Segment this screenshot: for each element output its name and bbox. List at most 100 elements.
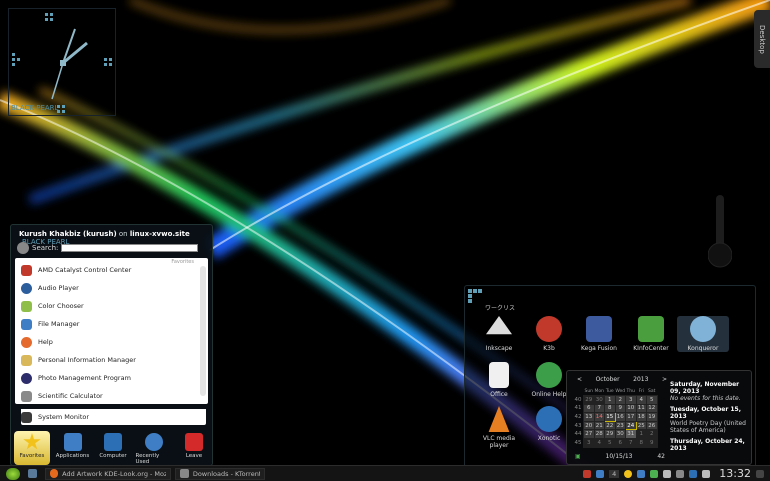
vivaldi-icon[interactable]	[583, 469, 592, 478]
day-cell[interactable]: 6	[583, 403, 595, 414]
tab-recently-used[interactable]: Recently Used	[136, 431, 172, 465]
day-cell[interactable]: 26	[646, 420, 658, 431]
day-cell[interactable]: 29	[604, 429, 616, 440]
menu-item-photo-management[interactable]: Photo Management Program	[21, 370, 131, 386]
day-cell[interactable]: 18	[635, 412, 647, 422]
desktop-icon-inkscape[interactable]: Inkscape	[473, 316, 525, 352]
network-icon[interactable]	[676, 469, 685, 478]
day-cell[interactable]: 8	[604, 403, 616, 414]
day-cell[interactable]: 29	[583, 395, 595, 405]
desktop-icon-konqueror[interactable]: Konqueror	[677, 316, 729, 352]
day-cell[interactable]: 13	[583, 412, 595, 422]
menu-item-audio-player[interactable]: Audio Player	[21, 280, 79, 296]
year-label[interactable]: 2013	[633, 376, 648, 383]
day-cell[interactable]: 1	[604, 395, 616, 405]
day-cell[interactable]: 12	[646, 403, 658, 414]
star-icon	[23, 433, 41, 450]
desktop-icon-label: Konqueror	[687, 345, 719, 352]
day-cell[interactable]: 30	[593, 395, 605, 405]
system-monitor-icon	[21, 411, 32, 423]
menu-item-amd-catalyst[interactable]: AMD Catalyst Control Center	[21, 262, 131, 278]
day-cell[interactable]: 10	[625, 403, 637, 414]
volume-icon[interactable]	[663, 469, 672, 478]
menu-item-color-chooser[interactable]: Color Chooser	[21, 298, 84, 314]
bluetooth-icon[interactable]	[689, 469, 698, 478]
week-input[interactable]: 42	[657, 453, 665, 460]
day-cell[interactable]: 28	[593, 429, 605, 440]
tray-app-icon[interactable]	[596, 469, 605, 478]
day-cell[interactable]: 25	[635, 420, 647, 431]
calendar-week-row: 45 3 4 5 6 7 8 9	[573, 438, 658, 448]
day-cell[interactable]: 23	[614, 420, 626, 431]
day-cell[interactable]: 4	[635, 395, 647, 405]
day-cell[interactable]: 5	[604, 438, 616, 448]
application-launcher-icon[interactable]	[6, 467, 20, 480]
task-firefox[interactable]: Add Artwork KDE-Look.org - Mozilla	[45, 467, 171, 480]
date-input[interactable]: 10/15/13	[606, 453, 633, 460]
menu-item-label: Color Chooser	[38, 302, 84, 310]
digital-clock[interactable]: 13:32	[719, 467, 751, 480]
host-name: linux-xvwo.site	[129, 230, 190, 238]
day-cell[interactable]: 30	[614, 429, 626, 440]
tab-favorites[interactable]: Favorites	[14, 431, 50, 465]
desktop-icon-vlc[interactable]: VLC media player	[473, 406, 525, 449]
weather-icon[interactable]	[624, 469, 633, 478]
day-cell[interactable]: 16	[614, 412, 626, 422]
desktop-icon-kega-fusion[interactable]: Kega Fusion	[573, 316, 625, 352]
day-cell[interactable]: 31	[625, 429, 637, 440]
search-input[interactable]	[61, 244, 199, 252]
favorites-scrollbar[interactable]	[200, 266, 206, 396]
pager-label[interactable]: 4	[609, 469, 620, 478]
day-cell[interactable]: 5	[646, 395, 658, 405]
menu-item-system-monitor[interactable]: System Monitor	[21, 409, 206, 425]
prev-month-button[interactable]: <	[577, 376, 582, 383]
week-number: 42	[574, 414, 582, 421]
next-month-button[interactable]: >	[662, 376, 667, 383]
menu-item-help[interactable]: Help	[21, 334, 53, 350]
day-cell[interactable]: 3	[625, 395, 637, 405]
day-cell[interactable]: 6	[614, 438, 626, 448]
system-tray: 4 13:32	[583, 467, 764, 480]
day-cell[interactable]: 17	[625, 412, 637, 422]
month-label[interactable]: October	[596, 376, 620, 383]
day-cell[interactable]: 7	[625, 438, 637, 448]
shuffle-icon[interactable]	[702, 469, 711, 478]
tab-computer[interactable]: Computer	[95, 431, 131, 465]
today-icon[interactable]: ▣	[575, 453, 581, 460]
day-cell[interactable]: 21	[593, 420, 605, 431]
day-cell[interactable]: 20	[583, 420, 595, 431]
day-cell[interactable]: 14	[593, 412, 605, 422]
menu-item-calculator[interactable]: Scientific Calculator	[21, 388, 103, 404]
clipboard-icon[interactable]	[637, 469, 646, 478]
day-cell[interactable]: 19	[646, 412, 658, 422]
day-cell[interactable]: 7	[593, 403, 605, 414]
day-cell[interactable]: 9	[614, 403, 626, 414]
task-ktorrent[interactable]: Downloads - KTorrent	[175, 467, 265, 480]
desktop-icon-kinfocenter[interactable]: KInfoCenter	[625, 316, 677, 352]
day-cell[interactable]: 1	[635, 429, 647, 440]
day-cell[interactable]: 4	[593, 438, 605, 448]
day-cell-today[interactable]: 15	[604, 412, 616, 422]
day-cell[interactable]: 3	[583, 438, 595, 448]
day-cell[interactable]: 27	[583, 429, 595, 440]
desktop-icon-k3b[interactable]: K3b	[523, 316, 575, 352]
day-cell[interactable]: 2	[614, 395, 626, 405]
show-desktop-button[interactable]	[24, 468, 41, 480]
desktop-icon-office[interactable]: Office	[473, 362, 525, 398]
event-date: Thursday, October 24, 2013	[670, 438, 745, 452]
tab-leave[interactable]: Leave	[176, 431, 212, 465]
menu-item-pim[interactable]: Personal Information Manager	[21, 352, 136, 368]
day-cell-event[interactable]: 24	[625, 420, 637, 431]
day-cell[interactable]: 8	[635, 438, 647, 448]
notification-icon[interactable]	[650, 469, 659, 478]
day-cell[interactable]: 11	[635, 403, 647, 414]
header-cell: Tue	[605, 388, 614, 394]
desktop-toolbox-button[interactable]: Desktop	[754, 10, 770, 68]
day-cell[interactable]: 2	[646, 429, 658, 440]
panel-toolbox-icon[interactable]	[756, 469, 764, 478]
menu-item-file-manager[interactable]: File Manager	[21, 316, 79, 332]
tab-applications[interactable]: Applications	[55, 431, 91, 465]
analog-clock-widget[interactable]: BLACK PEARL	[8, 8, 116, 116]
day-cell[interactable]: 22	[604, 420, 616, 431]
day-cell[interactable]: 9	[646, 438, 658, 448]
